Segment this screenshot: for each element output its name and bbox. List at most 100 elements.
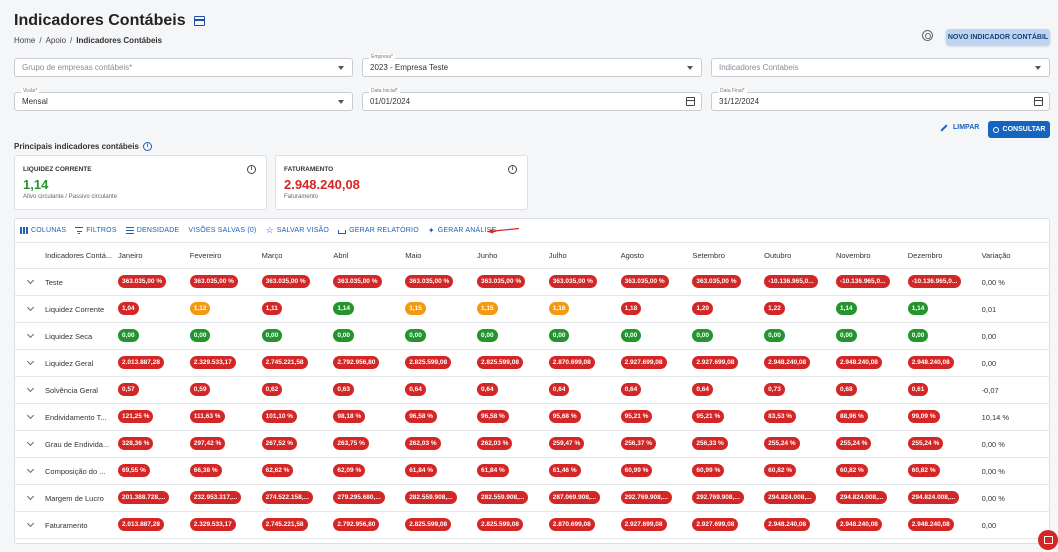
- group-select[interactable]: Grupo de empresas contábeis*: [14, 58, 353, 77]
- value-badge: 0,64: [692, 382, 714, 396]
- month-cell: 0,64: [405, 382, 477, 398]
- column-header[interactable]: Outubro: [764, 251, 836, 260]
- month-cell: 0,62: [261, 382, 334, 398]
- density-icon: [125, 227, 134, 234]
- table-row[interactable]: Liquidez Seca 0,00 0,00 0,00 0,00 0,00 0,00 0,0…: [15, 323, 1049, 350]
- calendar-icon[interactable]: [1034, 97, 1043, 106]
- month-cell: 60,82 %: [764, 463, 836, 479]
- column-header[interactable]: Agosto: [621, 251, 693, 260]
- column-header[interactable]: Variação: [980, 251, 1040, 260]
- info-icon[interactable]: i: [508, 165, 517, 174]
- value-badge: 95,21 %: [620, 409, 653, 423]
- calendar-icon[interactable]: [686, 97, 695, 106]
- table-toolbar: COLUNAS FILTROS DENSIDADE VISÕES SALVAS …: [15, 219, 1049, 243]
- variation-cell: 0,00: [981, 331, 997, 341]
- indicator-card: LIQUIDEZ CORRENTE 1,14 Ativo circulante …: [14, 155, 267, 210]
- expand-row-button[interactable]: [15, 357, 45, 366]
- month-cell: 83,53 %: [764, 409, 836, 425]
- month-cell: 0,57: [118, 382, 190, 398]
- clear-button[interactable]: LIMPAR: [940, 123, 979, 132]
- columns-button[interactable]: COLUNAS: [20, 227, 66, 234]
- search-button[interactable]: CONSULTAR: [988, 121, 1050, 138]
- expand-row-button[interactable]: [15, 411, 45, 420]
- summary-title-text: Principais indicadores contábeis: [14, 142, 139, 151]
- column-header[interactable]: Novembro: [836, 251, 908, 260]
- calendar-icon[interactable]: [193, 16, 205, 26]
- indicators-select[interactable]: Indicadores Contabeis: [711, 58, 1050, 77]
- month-cell: 61,84 %: [405, 463, 477, 479]
- density-button[interactable]: DENSIDADE: [125, 227, 180, 234]
- column-header[interactable]: Julho: [549, 251, 621, 260]
- expand-row-button[interactable]: [15, 384, 45, 393]
- month-cell: 1,22: [764, 301, 836, 317]
- table-row[interactable]: Teste 363.035,00 % 363.035,00 % 363.035,00 …: [15, 269, 1049, 296]
- value-badge: 363.035,00 %: [692, 274, 741, 288]
- expand-row-button[interactable]: [15, 465, 45, 474]
- chevron-down-icon[interactable]: [687, 66, 693, 70]
- breadcrumb-home[interactable]: Home: [14, 36, 35, 45]
- chat-button[interactable]: [1038, 530, 1058, 550]
- company-select[interactable]: Empresa* 2023 - Empresa Teste: [362, 54, 702, 77]
- column-header[interactable]: Setembro: [692, 251, 764, 260]
- value-badge: 0,00: [118, 328, 139, 342]
- column-header[interactable]: Dezembro: [908, 251, 980, 260]
- month-cell: 262,03 %: [405, 436, 477, 452]
- filters-button[interactable]: FILTROS: [75, 227, 117, 235]
- value-badge: 2.948.240,08: [835, 355, 882, 369]
- breadcrumb-apoio[interactable]: Apoio: [46, 36, 66, 45]
- month-cell: 2.870.699,08: [548, 355, 621, 371]
- table-row[interactable]: Margem de Lucro 201.388.728,... 232.953.31…: [15, 485, 1049, 512]
- value-badge: 69,55 %: [118, 463, 150, 477]
- expand-row-button[interactable]: [15, 303, 45, 312]
- view-select[interactable]: Visão* Mensal: [14, 88, 353, 111]
- indicator-card: FATURAMENTO 2.948.240,08 Faturamento i: [275, 155, 528, 210]
- expand-row-button[interactable]: [15, 276, 45, 285]
- column-header[interactable]: Indicadores Contá...: [45, 251, 118, 260]
- start-date-field[interactable]: Data Inicial* 01/01/2024: [362, 88, 702, 111]
- chevron-down-icon[interactable]: [1035, 66, 1041, 70]
- gear-icon[interactable]: [922, 30, 933, 41]
- table-row[interactable]: Liquidez Geral 2.013.887,28 2.329.533,17 2.…: [15, 350, 1049, 377]
- value-badge: 294.824.008,...: [907, 490, 960, 504]
- table-row[interactable]: Faturamento 2.013.887,28 2.329.533,17 2.745…: [15, 512, 1049, 539]
- value-badge: 101,10 %: [261, 409, 298, 423]
- table-row[interactable]: Grau de Endivida... 328,36 % 297,42 % 267,5…: [15, 431, 1049, 458]
- month-cell: 201.388.728,...: [118, 490, 190, 506]
- value-badge: 256,33 %: [692, 436, 728, 450]
- expand-row-button[interactable]: [15, 519, 45, 528]
- month-cell: 256,37 %: [620, 436, 693, 452]
- value-badge: 0,00: [620, 328, 642, 342]
- chevron-down-icon[interactable]: [338, 100, 344, 104]
- variation-cell: 0,00 %: [981, 466, 1005, 476]
- value-badge: 60,99 %: [692, 463, 725, 477]
- month-cell: 282.559.908,...: [476, 490, 549, 506]
- table-row[interactable]: Solvência Geral 0,57 0,59 0,62 0,63 0,64 0,64 0…: [15, 377, 1049, 404]
- column-header[interactable]: Junho: [477, 251, 549, 260]
- expand-row-button[interactable]: [15, 438, 45, 447]
- expand-row-button[interactable]: [15, 330, 45, 339]
- info-icon[interactable]: i: [247, 165, 256, 174]
- generate-report-button[interactable]: GERAR RELATÓRIO: [338, 227, 419, 234]
- chevron-down-icon: [26, 357, 34, 366]
- expand-row-button[interactable]: [15, 492, 45, 501]
- saved-views-button[interactable]: VISÕES SALVAS (0): [188, 227, 256, 234]
- month-cell: 2.948.240,08: [764, 517, 836, 533]
- column-header[interactable]: Abril: [333, 251, 405, 260]
- table-row[interactable]: Endividamento T... 121,25 % 111,63 % 101,10…: [15, 404, 1049, 431]
- download-icon: [338, 230, 347, 234]
- column-header[interactable]: Janeiro: [118, 251, 190, 260]
- column-header[interactable]: Maio: [405, 251, 477, 260]
- month-cell: 99,09 %: [907, 409, 980, 425]
- value-badge: 255,24 %: [907, 436, 944, 450]
- value-badge: 363.035,00 %: [548, 274, 597, 288]
- save-view-button[interactable]: ☆ SALVAR VISÃO: [265, 226, 329, 235]
- column-header[interactable]: Fevereiro: [190, 251, 262, 260]
- value-badge: 111,63 %: [189, 409, 225, 423]
- end-date-field[interactable]: Data Final* 31/12/2024: [711, 88, 1050, 111]
- new-indicator-button[interactable]: NOVO INDICADOR CONTÁBIL: [946, 29, 1050, 45]
- column-header[interactable]: Março: [262, 251, 334, 260]
- chevron-down-icon[interactable]: [338, 66, 344, 70]
- table-row[interactable]: Liquidez Corrente 1,04 1,12 1,11 1,14 1,15 1,1…: [15, 296, 1049, 323]
- info-icon[interactable]: i: [142, 142, 152, 151]
- table-row[interactable]: Composição do ... 69,55 % 66,38 % 62,62 % 62…: [15, 458, 1049, 485]
